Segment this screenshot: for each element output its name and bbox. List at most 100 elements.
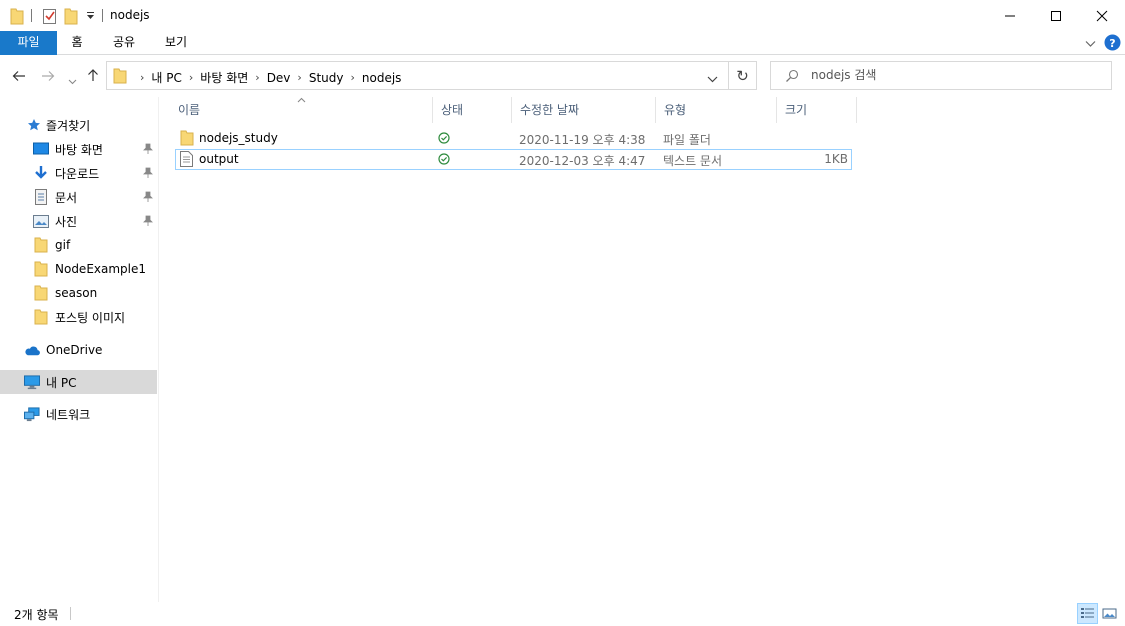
nav-label: 네트워크	[46, 407, 91, 422]
customize-quick-access-icon[interactable]	[86, 9, 95, 27]
details-view-button[interactable]	[1077, 603, 1098, 624]
back-button[interactable]	[12, 68, 26, 86]
column-header-status[interactable]: 상태	[433, 97, 512, 123]
folder-icon	[33, 285, 49, 301]
nav-quick-access[interactable]: 즐겨찾기	[0, 113, 157, 137]
star-icon	[26, 117, 42, 133]
search-input[interactable]	[811, 68, 1101, 82]
refresh-icon: ↻	[736, 66, 749, 85]
close-button[interactable]	[1079, 0, 1125, 31]
minimize-button[interactable]	[987, 0, 1033, 31]
document-icon	[33, 189, 49, 205]
file-date: 2020-11-19 오후 4:38	[519, 133, 646, 147]
nav-item-pictures[interactable]: 사진	[0, 209, 157, 233]
pin-icon[interactable]	[143, 167, 153, 181]
file-date: 2020-12-03 오후 4:47	[519, 154, 646, 168]
file-name: output	[199, 152, 239, 166]
folder-icon	[33, 237, 49, 253]
nav-item-desktop[interactable]: 바탕 화면	[0, 137, 157, 161]
tab-view[interactable]: 보기	[158, 31, 194, 55]
recent-locations-button[interactable]	[68, 71, 77, 89]
nav-item-posting-images[interactable]: 포스팅 이미지	[0, 305, 157, 329]
large-icons-view-button[interactable]	[1099, 603, 1120, 624]
large-icons-view-icon	[1102, 608, 1117, 619]
address-history-button[interactable]	[707, 72, 718, 86]
properties-icon[interactable]	[42, 7, 58, 25]
chevron-right-icon[interactable]: ›	[350, 71, 354, 84]
pin-icon[interactable]	[143, 143, 153, 157]
folder-icon	[113, 68, 127, 87]
nav-label: 즐겨찾기	[46, 118, 91, 133]
up-button[interactable]	[87, 68, 99, 86]
address-bar[interactable]: › 내 PC › 바탕 화면 › Dev › Study › nodejs	[106, 61, 729, 90]
download-arrow-icon	[33, 165, 49, 181]
forward-button[interactable]	[41, 68, 55, 86]
maximize-button[interactable]	[1033, 0, 1079, 31]
search-box[interactable]	[770, 61, 1112, 90]
column-header-type[interactable]: 유형	[656, 97, 777, 123]
column-header-size[interactable]: 크기	[777, 97, 857, 123]
file-row[interactable]: nodejs_study 2020-11-19 오후 4:38 파일 폴더	[175, 128, 852, 149]
item-count: 2개 항목	[14, 608, 59, 622]
forward-arrow-icon	[42, 71, 55, 81]
crumb-study[interactable]: Study	[309, 71, 344, 85]
tab-file[interactable]: 파일	[0, 31, 57, 55]
expand-ribbon-icon[interactable]	[1085, 37, 1096, 51]
nav-label: 내 PC	[46, 375, 77, 390]
nav-label: NodeExample1	[55, 262, 147, 276]
refresh-button[interactable]: ↻	[729, 61, 757, 90]
chevron-right-icon[interactable]: ›	[297, 71, 301, 84]
file-size: 1KB	[824, 152, 848, 166]
nav-label: 다운로드	[55, 166, 100, 181]
chevron-right-icon[interactable]: ›	[189, 71, 193, 84]
nav-onedrive[interactable]: OneDrive	[0, 338, 157, 362]
chevron-down-icon	[707, 76, 718, 83]
nav-label: 바탕 화면	[55, 142, 103, 157]
column-header-name[interactable]: 이름	[170, 97, 433, 123]
new-folder-icon[interactable]	[64, 7, 78, 25]
folder-icon	[180, 130, 194, 149]
status-bar: 2개 항목	[0, 601, 1125, 626]
nav-this-pc[interactable]: 내 PC	[0, 370, 157, 394]
nav-item-nodeexample1[interactable]: NodeExample1	[0, 257, 157, 281]
minimize-icon	[1005, 15, 1015, 16]
search-icon	[785, 69, 799, 86]
details-view-icon	[1081, 608, 1094, 618]
chevron-down-icon	[68, 79, 77, 85]
back-arrow-icon	[12, 71, 25, 81]
file-type: 파일 폴더	[663, 133, 711, 147]
crumb-this-pc[interactable]: 내 PC	[151, 69, 181, 86]
nav-label: season	[55, 286, 98, 300]
nav-item-downloads[interactable]: 다운로드	[0, 161, 157, 185]
nav-network[interactable]: 네트워크	[0, 402, 157, 426]
nav-item-documents[interactable]: 문서	[0, 185, 157, 209]
column-header-date[interactable]: 수정한 날짜	[512, 97, 656, 123]
navigation-pane: 즐겨찾기 바탕 화면 다운로드 문서 사진 gif NodeExample1 s…	[0, 97, 158, 597]
pane-splitter[interactable]	[158, 97, 159, 602]
window-title: nodejs	[110, 8, 150, 22]
folder-icon	[10, 7, 24, 25]
chevron-right-icon[interactable]: ›	[255, 71, 259, 84]
computer-icon	[24, 374, 40, 390]
chevron-right-icon[interactable]: ›	[140, 71, 144, 84]
file-name: nodejs_study	[199, 131, 278, 145]
file-row[interactable]: output 2020-12-03 오후 4:47 텍스트 문서 1KB	[175, 149, 852, 170]
tab-share[interactable]: 공유	[106, 31, 142, 55]
svg-text:?: ?	[1109, 37, 1115, 50]
nav-label: 포스팅 이미지	[55, 310, 126, 325]
text-file-icon	[180, 151, 193, 170]
crumb-nodejs[interactable]: nodejs	[362, 71, 402, 85]
help-icon[interactable]: ?	[1104, 34, 1121, 54]
separator	[31, 9, 32, 22]
nav-item-season[interactable]: season	[0, 281, 157, 305]
ribbon: 파일 홈 공유 보기 ?	[0, 31, 1125, 55]
crumb-dev[interactable]: Dev	[267, 71, 291, 85]
pin-icon[interactable]	[143, 215, 153, 229]
nav-item-gif[interactable]: gif	[0, 233, 157, 257]
desktop-icon	[33, 141, 49, 157]
breadcrumb: › 내 PC › 바탕 화면 › Dev › Study › nodejs	[113, 68, 401, 87]
crumb-desktop[interactable]: 바탕 화면	[200, 69, 248, 86]
folder-icon	[33, 261, 49, 277]
pin-icon[interactable]	[143, 191, 153, 205]
tab-home[interactable]: 홈	[62, 31, 92, 55]
